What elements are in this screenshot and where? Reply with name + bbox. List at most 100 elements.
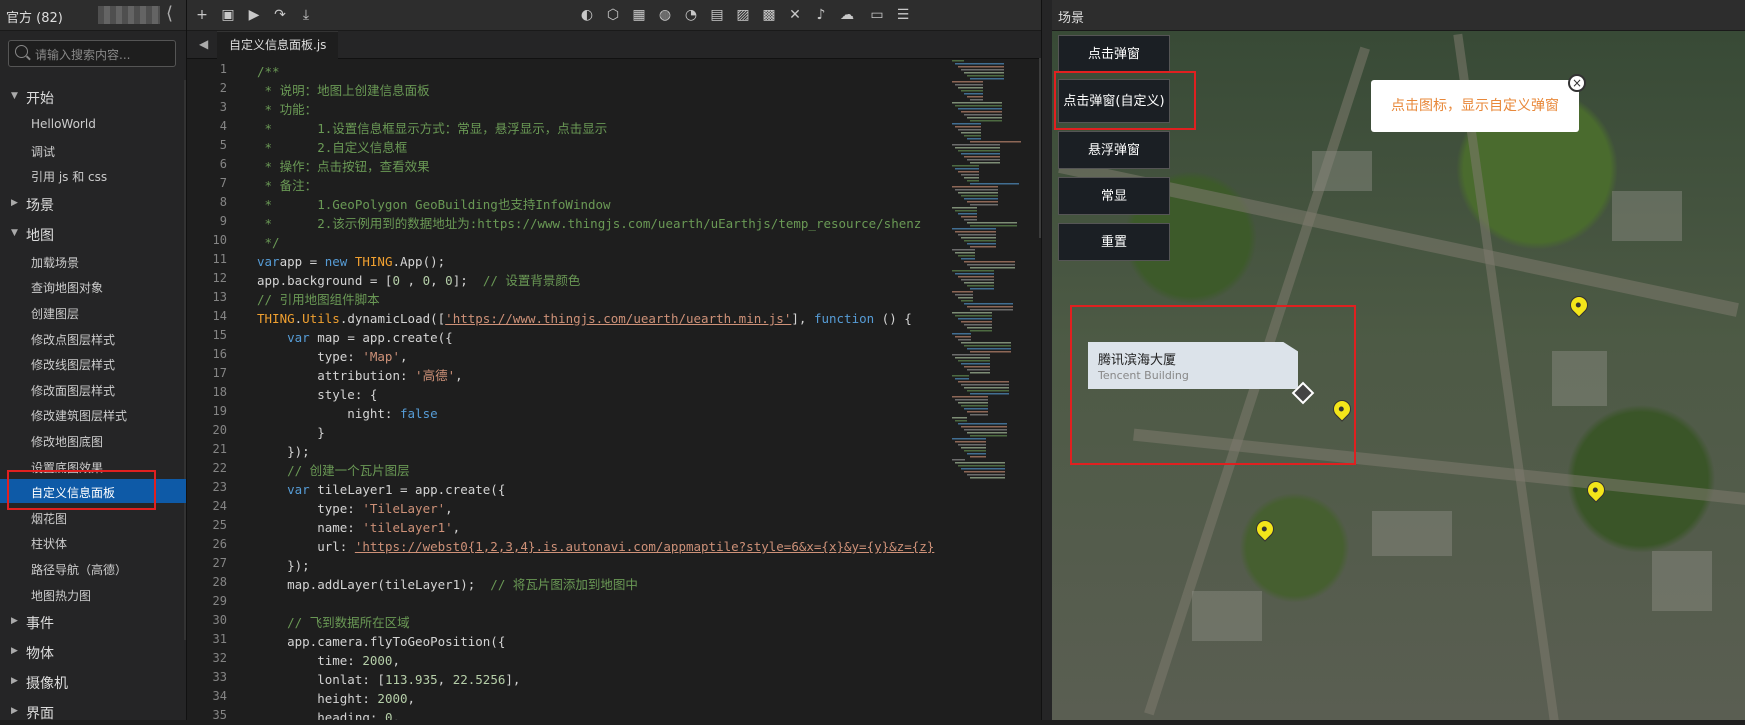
cloud-icon[interactable]: ☁: [837, 5, 857, 25]
chevron-right-icon[interactable]: ▶: [11, 706, 18, 716]
tree-item[interactable]: 修改面图层样式: [0, 377, 186, 401]
minimap-line: [955, 168, 979, 170]
chevron-right-icon[interactable]: ▶: [11, 646, 18, 656]
minimap-line: [952, 144, 1000, 146]
tree-item[interactable]: 修改建筑图层样式: [0, 402, 186, 426]
code-line: var map = app.create({: [257, 328, 453, 347]
map-viewport[interactable]: 点击弹窗 点击弹窗(自定义) 悬浮弹窗 常显 重置 点击图标，显示自定义弹窗 × 腾讯滨…: [1052, 31, 1745, 720]
layout-icon[interactable]: ▤: [707, 5, 727, 25]
minimap-line: [967, 180, 979, 182]
tree-item[interactable]: 设置底图效果: [0, 454, 186, 478]
building: [1372, 511, 1452, 556]
map-pin-icon[interactable]: [1329, 396, 1355, 422]
tree-item[interactable]: 引用 js 和 css: [0, 163, 186, 187]
minimap-line: [952, 249, 975, 251]
code-token: ,: [392, 653, 400, 668]
scene-button[interactable]: 重置: [1058, 223, 1170, 261]
tree-item[interactable]: 地图热力图: [0, 582, 186, 606]
search-input[interactable]: [33, 44, 177, 65]
search-box[interactable]: [8, 40, 177, 67]
connect-icon[interactable]: ✕: [785, 5, 805, 25]
minimap-line: [967, 117, 1002, 119]
scene-button[interactable]: 常显: [1058, 177, 1170, 215]
sidebar-title[interactable]: 官方 (82): [6, 7, 63, 26]
run-icon[interactable]: ▶: [244, 5, 264, 25]
music-icon[interactable]: ♪: [811, 5, 831, 25]
tree-item-label: 自定义信息面板: [31, 486, 116, 501]
map-pin-icon[interactable]: [1566, 292, 1592, 318]
scene-button[interactable]: 点击弹窗(自定义): [1058, 79, 1170, 123]
close-icon[interactable]: ×: [1568, 74, 1586, 92]
tree-item[interactable]: 修改地图底图: [0, 428, 186, 452]
minimap-line: [955, 378, 969, 380]
tree-item[interactable]: 烟花图: [0, 505, 186, 529]
tab-file[interactable]: 自定义信息面板.js: [217, 31, 339, 59]
line-number: 10: [212, 233, 227, 247]
tree-item[interactable]: 加载场景: [0, 249, 186, 273]
chevron-right-icon[interactable]: ▶: [11, 676, 18, 686]
save-icon[interactable]: ▣: [218, 5, 238, 25]
code-token: }: [257, 425, 325, 440]
minimap-line: [952, 396, 988, 398]
code-token: type:: [257, 349, 363, 364]
theme-icon[interactable]: ◐: [577, 5, 597, 25]
minimap-line: [964, 177, 979, 179]
image-icon[interactable]: ▨: [733, 5, 753, 25]
tree-item[interactable]: 修改点图层样式: [0, 326, 186, 350]
tree-group[interactable]: ▶ 界面: [0, 699, 186, 725]
tree-group[interactable]: ▶ 场景: [0, 191, 186, 217]
line-number: 3: [219, 100, 227, 114]
tree-group[interactable]: ▼ 开始: [0, 84, 186, 110]
chevron-right-icon[interactable]: ▶: [11, 616, 18, 626]
tree-item[interactable]: 查询地图对象: [0, 274, 186, 298]
code-token: ,: [452, 520, 461, 535]
tree-group[interactable]: ▼ 地图: [0, 221, 186, 247]
code-area[interactable]: /** * 说明：地图上创建信息面板 * 功能： * 1.设置信息框显示方式：常…: [257, 58, 1017, 720]
share-icon[interactable]: ↷: [270, 5, 290, 25]
collapse-icon[interactable]: ⟨: [166, 3, 173, 24]
minimap-line: [970, 78, 1004, 80]
scene-button[interactable]: 点击弹窗: [1058, 35, 1170, 73]
tree-group[interactable]: ▶ 事件: [0, 609, 186, 635]
tree-item[interactable]: 修改线图层样式: [0, 351, 186, 375]
minimap-line: [964, 387, 1009, 389]
tree-item[interactable]: 调试: [0, 138, 186, 162]
building: [1612, 191, 1682, 241]
code-line: });: [257, 442, 310, 461]
code-minimap[interactable]: [950, 58, 1040, 488]
code-line: heading: 0,: [257, 708, 400, 720]
chevron-right-icon[interactable]: ▶: [11, 198, 18, 208]
pane-splitter[interactable]: [1041, 0, 1052, 720]
scene-button[interactable]: 悬浮弹窗: [1058, 131, 1170, 169]
tree-group[interactable]: ▶ 摄像机: [0, 669, 186, 695]
code-line: });: [257, 556, 310, 575]
code-token: https://www.thingjs.com/uearth/uEarthjs/…: [477, 216, 922, 231]
picture-icon[interactable]: ▩: [759, 5, 779, 25]
tree-item[interactable]: 路径导航（高德）: [0, 556, 186, 580]
add-icon[interactable]: +: [192, 5, 212, 25]
minimap-line: [967, 348, 1011, 350]
minimap-line: [952, 207, 977, 209]
globe-icon[interactable]: ◍: [655, 5, 675, 25]
tree-item[interactable]: HelloWorld: [0, 112, 186, 136]
minimap-line: [961, 258, 975, 260]
code-token: map.addLayer(tileLayer1);: [257, 577, 491, 592]
minimap-line: [952, 291, 973, 293]
chevron-down-icon[interactable]: ▼: [11, 228, 18, 238]
tree-group[interactable]: ▶ 物体: [0, 639, 186, 665]
code-line: THING.Utils.dynamicLoad(['https://www.th…: [257, 309, 912, 328]
doc-icon[interactable]: ▭: [867, 5, 887, 25]
back-arrow-icon[interactable]: ◀: [199, 37, 208, 51]
cube-icon[interactable]: ⬡: [603, 5, 623, 25]
tree-item[interactable]: 自定义信息面板: [0, 479, 186, 504]
settings-icon[interactable]: ☰: [893, 5, 913, 25]
chevron-down-icon[interactable]: ▼: [11, 91, 18, 101]
tree-item[interactable]: 柱状体: [0, 530, 186, 554]
map-pin-icon[interactable]: [1252, 516, 1278, 542]
minimap-line: [970, 309, 1013, 311]
chart-icon[interactable]: ◔: [681, 5, 701, 25]
code-token: lonlat: [: [257, 672, 385, 687]
tree-item[interactable]: 创建图层: [0, 300, 186, 324]
building-icon[interactable]: ▦: [629, 5, 649, 25]
download-icon[interactable]: ⤓: [296, 5, 316, 25]
